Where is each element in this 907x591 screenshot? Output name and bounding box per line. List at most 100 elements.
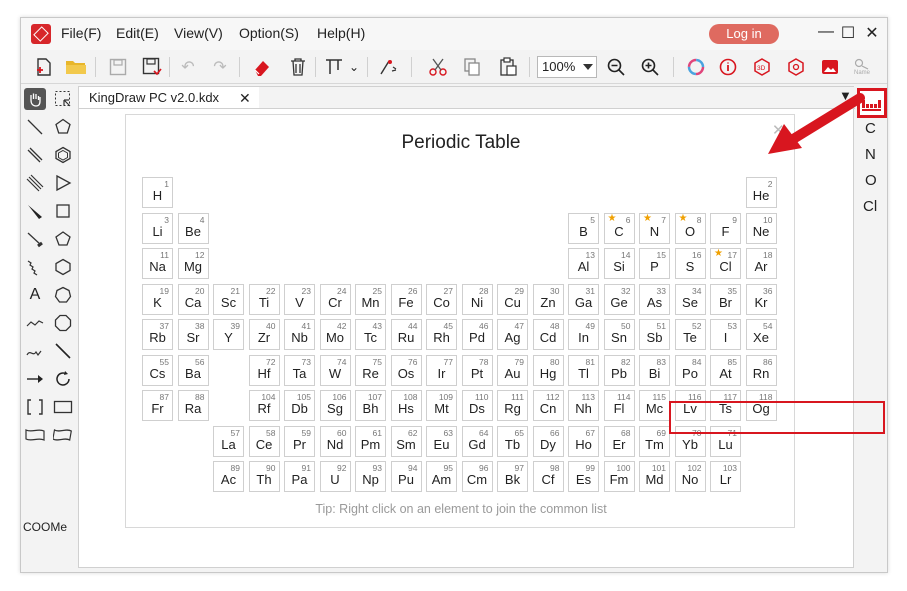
close-window-icon[interactable]: ✕ bbox=[863, 23, 881, 43]
element-th[interactable]: 90 Th bbox=[248, 461, 280, 492]
element-np[interactable]: 93 Np bbox=[355, 461, 386, 492]
element-sn[interactable]: 50 Sn bbox=[603, 319, 635, 350]
element-cl[interactable]: 17 Cl ★ bbox=[710, 248, 741, 279]
element-mc[interactable]: 115 Mc bbox=[639, 390, 670, 421]
element-ge[interactable]: 32 Ge bbox=[603, 283, 635, 315]
element-rf[interactable]: 104 Rf bbox=[248, 390, 280, 421]
element-br[interactable]: 35 Br bbox=[710, 283, 741, 315]
element-db[interactable]: 105 Db bbox=[284, 390, 315, 421]
coome-group-tool[interactable]: COOMe bbox=[23, 520, 67, 534]
element-er[interactable]: 68 Er bbox=[603, 425, 635, 457]
element-bk[interactable]: 97 Bk bbox=[497, 461, 528, 492]
element-sg[interactable]: 106 Sg bbox=[319, 390, 351, 421]
search-structure-icon[interactable] bbox=[785, 56, 807, 78]
element-ta[interactable]: 73 Ta bbox=[284, 354, 315, 386]
element-sb[interactable]: 51 Sb bbox=[639, 319, 670, 350]
element-ir[interactable]: 77 Ir bbox=[426, 354, 457, 386]
element-am[interactable]: 95 Am bbox=[426, 461, 457, 492]
3d-view-icon[interactable]: 3D bbox=[751, 56, 773, 78]
bracket-icon[interactable] bbox=[24, 396, 46, 418]
element-mo[interactable]: 42 Mo bbox=[319, 319, 351, 350]
wavy-bond-icon[interactable] bbox=[24, 256, 46, 278]
element-pa[interactable]: 91 Pa bbox=[284, 461, 315, 492]
benzene-icon[interactable] bbox=[52, 144, 74, 166]
element-co[interactable]: 27 Co bbox=[426, 283, 457, 315]
element-pr[interactable]: 59 Pr bbox=[284, 425, 315, 457]
maximize-icon[interactable]: ☐ bbox=[839, 23, 857, 43]
element-sr[interactable]: 38 Sr bbox=[177, 319, 209, 350]
hand-tool-icon[interactable] bbox=[24, 88, 46, 110]
atom-text-tool[interactable]: A bbox=[24, 284, 46, 306]
wedge-bond-icon[interactable] bbox=[24, 200, 46, 222]
element-ho[interactable]: 67 Ho bbox=[568, 425, 599, 457]
element-tl[interactable]: 81 Tl bbox=[568, 354, 599, 386]
element-ce[interactable]: 58 Ce bbox=[248, 425, 280, 457]
element-re[interactable]: 75 Re bbox=[355, 354, 386, 386]
element-si[interactable]: 14 Si bbox=[603, 248, 635, 279]
element-cr[interactable]: 24 Cr bbox=[319, 283, 351, 315]
element-p[interactable]: 15 P bbox=[639, 248, 670, 279]
redo-icon[interactable]: ↷ bbox=[209, 56, 231, 78]
element-fl[interactable]: 114 Fl bbox=[603, 390, 635, 421]
element-pt[interactable]: 78 Pt bbox=[461, 354, 493, 386]
element-f[interactable]: 9F bbox=[710, 212, 741, 244]
paste-icon[interactable] bbox=[497, 56, 519, 78]
element-as[interactable]: 33 As bbox=[639, 283, 670, 315]
reaction-arrow-icon[interactable] bbox=[24, 368, 46, 390]
element-nd[interactable]: 60 Nd bbox=[319, 425, 351, 457]
new-file-icon[interactable] bbox=[33, 56, 55, 78]
element-s[interactable]: 16 S bbox=[674, 248, 706, 279]
element-ru[interactable]: 44 Ru bbox=[390, 319, 422, 350]
element-md[interactable]: 101 Md bbox=[639, 461, 670, 492]
menu-view[interactable]: View(V) bbox=[174, 25, 223, 41]
element-hg[interactable]: 80 Hg bbox=[532, 354, 564, 386]
element-dy[interactable]: 66 Dy bbox=[532, 425, 564, 457]
curved-arrow-icon[interactable] bbox=[24, 340, 46, 362]
element-ra[interactable]: 88 Ra bbox=[177, 390, 209, 421]
info-icon[interactable] bbox=[717, 56, 739, 78]
double-bond-icon[interactable] bbox=[24, 144, 46, 166]
element-na[interactable]: 11 Na bbox=[142, 248, 173, 279]
cut-icon[interactable] bbox=[427, 56, 449, 78]
element-kr[interactable]: 36 Kr bbox=[745, 283, 777, 315]
element-pb[interactable]: 82 Pb bbox=[603, 354, 635, 386]
zoom-select[interactable]: 100% bbox=[537, 56, 597, 78]
triple-bond-icon[interactable] bbox=[24, 172, 46, 194]
hexagon-ring-icon[interactable] bbox=[52, 256, 74, 278]
minimize-icon[interactable]: — bbox=[817, 23, 835, 41]
line-tool-icon[interactable] bbox=[52, 340, 74, 362]
element-au[interactable]: 79 Au bbox=[497, 354, 528, 386]
element-n[interactable]: 7 N ★ bbox=[639, 212, 670, 244]
element-w[interactable]: 74 W bbox=[319, 354, 351, 386]
flag-right-icon[interactable] bbox=[52, 424, 74, 446]
element-bi[interactable]: 83 Bi bbox=[639, 354, 670, 386]
login-button[interactable]: Log in bbox=[709, 24, 779, 44]
element-rn[interactable]: 86 Rn bbox=[745, 354, 777, 386]
tab-close-icon[interactable]: ✕ bbox=[239, 87, 251, 109]
element-cm[interactable]: 96 Cm bbox=[461, 461, 493, 492]
element-k[interactable]: 19 K bbox=[142, 283, 173, 315]
copy-icon[interactable] bbox=[461, 56, 483, 78]
element-ds[interactable]: 110 Ds bbox=[461, 390, 493, 421]
element-fe[interactable]: 26 Fe bbox=[390, 283, 422, 315]
element-zn[interactable]: 30 Zn bbox=[532, 283, 564, 315]
clean-structure-icon[interactable] bbox=[377, 56, 399, 78]
zoom-in-icon[interactable] bbox=[639, 56, 661, 78]
element-at[interactable]: 85 At bbox=[710, 354, 741, 386]
element-pu[interactable]: 94 Pu bbox=[390, 461, 422, 492]
element-ca[interactable]: 20 Ca bbox=[177, 283, 209, 315]
element-la[interactable]: 57 La bbox=[213, 425, 244, 457]
cyclopentane-icon[interactable] bbox=[52, 116, 74, 138]
element-cn[interactable]: 112 Cn bbox=[532, 390, 564, 421]
document-tab[interactable]: KingDraw PC v2.0.kdx ✕ bbox=[79, 87, 259, 109]
element-rh[interactable]: 45 Rh bbox=[426, 319, 457, 350]
atom-button-o[interactable]: O bbox=[865, 172, 877, 189]
element-ag[interactable]: 47 Ag bbox=[497, 319, 528, 350]
align-dropdown-icon[interactable]: ⌄ bbox=[343, 56, 365, 78]
element-tm[interactable]: 69 Tm bbox=[639, 425, 670, 457]
element-te[interactable]: 52 Te bbox=[674, 319, 706, 350]
triangle-ring-icon[interactable] bbox=[52, 172, 74, 194]
element-cu[interactable]: 29 Cu bbox=[497, 283, 528, 315]
element-hf[interactable]: 72 Hf bbox=[248, 354, 280, 386]
rotate-icon[interactable] bbox=[52, 368, 74, 390]
